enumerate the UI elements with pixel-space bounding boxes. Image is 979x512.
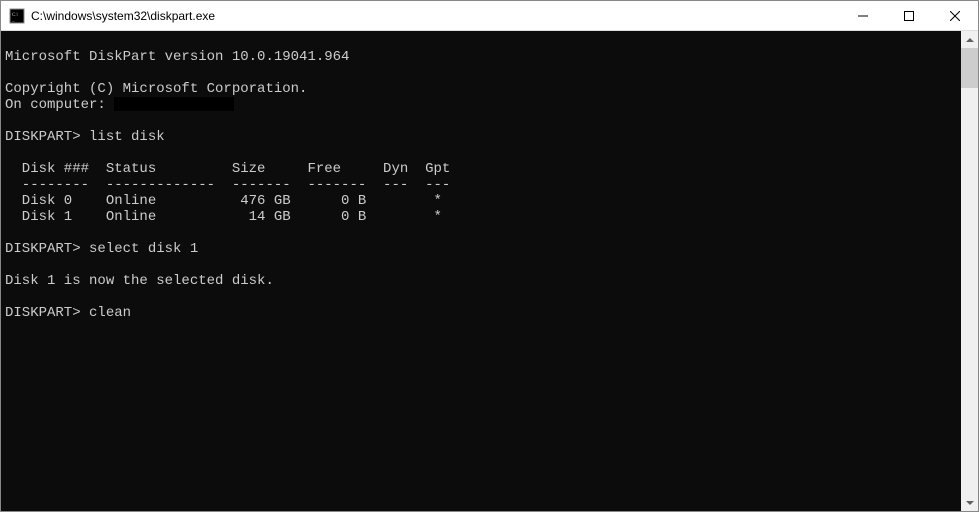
command-list-disk: list disk	[89, 129, 165, 145]
scrollbar-track[interactable]	[961, 48, 978, 494]
redacted-computer-name	[114, 97, 234, 111]
table-header: Disk ### Status Size Free Dyn Gpt	[5, 161, 450, 177]
app-icon: C:\ _	[9, 8, 25, 24]
console-wrap: Microsoft DiskPart version 10.0.19041.96…	[1, 31, 978, 511]
console-output[interactable]: Microsoft DiskPart version 10.0.19041.96…	[1, 31, 961, 511]
computer-prefix: On computer:	[5, 97, 114, 113]
prompt: DISKPART>	[5, 305, 89, 321]
command-select-disk: select disk 1	[89, 241, 198, 257]
table-row: Disk 0 Online 476 GB 0 B *	[5, 193, 442, 209]
scroll-up-button[interactable]	[961, 31, 978, 48]
table-row: Disk 1 Online 14 GB 0 B *	[5, 209, 442, 225]
scroll-down-button[interactable]	[961, 494, 978, 511]
maximize-button[interactable]	[886, 1, 932, 30]
close-button[interactable]	[932, 1, 978, 30]
prompt: DISKPART>	[5, 129, 89, 145]
minimize-button[interactable]	[840, 1, 886, 30]
copyright-line: Copyright (C) Microsoft Corporation.	[5, 81, 307, 97]
table-divider: -------- ------------- ------- ------- -…	[5, 177, 450, 193]
msg-selected: Disk 1 is now the selected disk.	[5, 273, 274, 289]
titlebar: C:\ _ C:\windows\system32\diskpart.exe	[1, 1, 978, 31]
window-title: C:\windows\system32\diskpart.exe	[31, 9, 840, 23]
window-controls	[840, 1, 978, 30]
command-clean: clean	[89, 305, 131, 321]
prompt: DISKPART>	[5, 241, 89, 257]
scrollbar-thumb[interactable]	[961, 48, 978, 88]
svg-text:_: _	[11, 18, 15, 23]
vertical-scrollbar[interactable]	[961, 31, 978, 511]
version-line: Microsoft DiskPart version 10.0.19041.96…	[5, 49, 349, 65]
